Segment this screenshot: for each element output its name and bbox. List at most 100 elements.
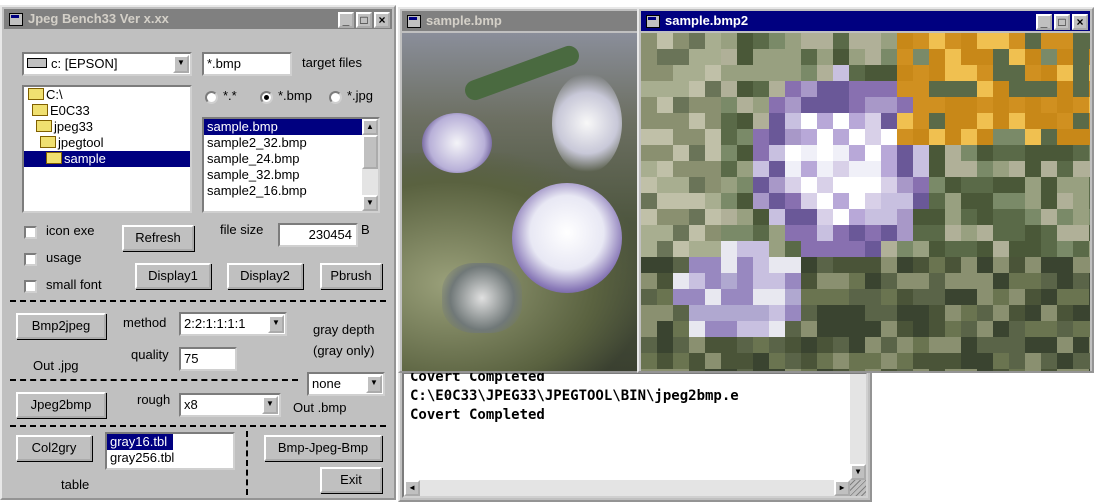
folder-item[interactable]: E0C33 [24, 103, 190, 119]
console-vscrollbar[interactable]: ▼ [850, 374, 866, 480]
display1-button[interactable]: Display1 [135, 263, 211, 289]
section-divider [10, 300, 386, 302]
file-size-unit: B [361, 222, 370, 237]
mosaic-tile [897, 273, 913, 289]
file-list[interactable]: sample.bmp sample2_32.bmp sample_24.bmp … [202, 117, 380, 213]
mosaic-tile [977, 369, 993, 371]
display2-button[interactable]: Display2 [227, 263, 303, 289]
file-item-selected[interactable]: sample.bmp [204, 119, 362, 135]
bmp-jpeg-bmp-button[interactable]: Bmp-Jpeg-Bmp [264, 435, 382, 461]
pbrush-button[interactable]: Pbrush [320, 263, 382, 289]
mosaic-tile [993, 225, 1009, 241]
mosaic-tile [641, 369, 657, 371]
drive-select[interactable]: c: [EPSON] ▼ [22, 52, 192, 76]
mosaic-tile [961, 161, 977, 177]
mosaic-tile [1025, 113, 1041, 129]
close-button[interactable]: × [374, 12, 390, 28]
small-font-checkbox[interactable] [24, 280, 37, 293]
mosaic-tile [977, 145, 993, 161]
mosaic-tile [817, 321, 833, 337]
mosaic-tile [785, 161, 801, 177]
usage-checkbox[interactable] [24, 253, 37, 266]
folder-item[interactable]: C:\ [24, 87, 190, 103]
mosaic-tile [961, 257, 977, 273]
file-list-scrollbar[interactable]: ▲ ▼ [362, 119, 378, 211]
exit-button[interactable]: Exit [320, 467, 382, 493]
mosaic-tile [929, 337, 945, 353]
maximize-button[interactable]: □ [356, 12, 372, 28]
scroll-up-icon[interactable]: ▲ [362, 119, 378, 135]
rough-select[interactable]: x8 ▼ [179, 393, 281, 417]
jpeg2bmp-button[interactable]: Jpeg2bmp [16, 392, 106, 418]
minimize-button[interactable]: _ [338, 12, 354, 28]
chevron-down-icon[interactable]: ▼ [262, 396, 278, 414]
maximize-button[interactable]: □ [1054, 14, 1070, 30]
mosaic-tile [1073, 241, 1089, 257]
file-item[interactable]: sample2_32.bmp [204, 135, 362, 151]
radio-bmp-files[interactable] [260, 91, 273, 104]
mosaic-tile [977, 193, 993, 209]
method-select[interactable]: 2:2:1:1:1:1 ▼ [179, 312, 287, 336]
mosaic-tile [961, 209, 977, 225]
scroll-down-icon[interactable]: ▼ [850, 464, 866, 480]
mosaic-tile [641, 65, 657, 81]
file-item[interactable]: sample_32.bmp [204, 167, 362, 183]
file-item[interactable]: sample_24.bmp [204, 151, 362, 167]
scroll-left-icon[interactable]: ◀ [404, 480, 420, 496]
scroll-right-icon[interactable]: ▶ [834, 480, 850, 496]
mosaic-tile [1009, 49, 1025, 65]
folder-item[interactable]: jpeg33 [24, 119, 190, 135]
radio-jpg-files[interactable] [329, 91, 342, 104]
refresh-button[interactable]: Refresh [122, 225, 194, 251]
icon-exe-checkbox[interactable] [24, 226, 37, 239]
mosaic-tile [849, 257, 865, 273]
mosaic-tile [913, 81, 929, 97]
mosaic-tile [961, 241, 977, 257]
chevron-down-icon[interactable]: ▼ [268, 315, 284, 333]
image-window-1-title-bar[interactable]: sample.bmp [402, 11, 638, 31]
scroll-down-icon[interactable]: ▼ [362, 195, 378, 211]
mosaic-tile [993, 81, 1009, 97]
mosaic-tile [865, 33, 881, 49]
close-button[interactable]: × [1072, 14, 1088, 30]
mosaic-tile [961, 33, 977, 49]
radio-all-files[interactable] [205, 91, 218, 104]
mosaic-tile [1089, 49, 1090, 65]
section-divider [10, 379, 298, 381]
mosaic-tile [881, 129, 897, 145]
size-grip-icon[interactable] [850, 480, 866, 496]
mosaic-tile [929, 241, 945, 257]
folder-item-selected[interactable]: sample [24, 151, 190, 167]
image-window-2-title-bar[interactable]: sample.bmp2 _ □ × [641, 11, 1090, 31]
quality-input[interactable]: 75 [179, 347, 237, 371]
mosaic-tile [945, 321, 961, 337]
mosaic-tile [801, 33, 817, 49]
mosaic-tile [785, 129, 801, 145]
mosaic-tile [801, 113, 817, 129]
col2gry-button[interactable]: Col2gry [16, 435, 92, 461]
scroll-thumb[interactable] [362, 135, 378, 169]
mosaic-tile [769, 241, 785, 257]
table-item-selected[interactable]: gray16.tbl [107, 434, 174, 450]
table-list[interactable]: gray16.tbl gray256.tbl [105, 432, 235, 470]
main-title-bar[interactable]: Jpeg Bench33 Ver x.xx _ □ × [4, 9, 392, 29]
mosaic-tile [1073, 225, 1089, 241]
bmp2jpeg-button[interactable]: Bmp2jpeg [16, 313, 106, 339]
mosaic-tile [1057, 65, 1073, 81]
file-item[interactable]: sample2_16.bmp [204, 183, 362, 199]
filter-input[interactable]: *.bmp [202, 52, 292, 76]
console-output[interactable]: Covert Completed C:\E0C33\JPEG33\JPEGTOO… [402, 369, 868, 498]
table-item[interactable]: gray256.tbl [107, 450, 233, 466]
mosaic-tile [817, 209, 833, 225]
mosaic-tile [673, 273, 689, 289]
gray-depth-select[interactable]: none ▼ [307, 372, 385, 396]
folder-tree[interactable]: C:\ E0C33 jpeg33 jpegtool sample [22, 85, 192, 213]
mosaic-tile [1089, 305, 1090, 321]
mosaic-tile [849, 81, 865, 97]
chevron-down-icon[interactable]: ▼ [173, 55, 189, 73]
console-hscrollbar[interactable]: ◀ ▶ [404, 480, 850, 496]
chevron-down-icon[interactable]: ▼ [366, 375, 382, 393]
minimize-button[interactable]: _ [1036, 14, 1052, 30]
folder-item[interactable]: jpegtool [24, 135, 190, 151]
mosaic-tile [929, 289, 945, 305]
